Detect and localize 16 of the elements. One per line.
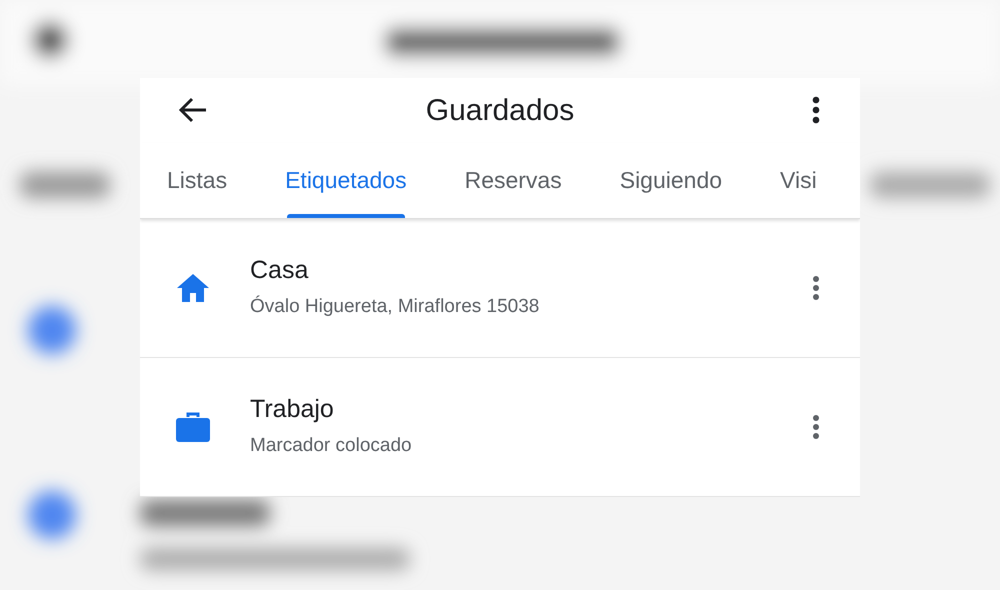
place-name[interactable]: Trabajo: [250, 394, 812, 424]
tab[interactable]: Listas: [167, 142, 228, 218]
page-title: Guardados: [426, 92, 574, 129]
tab[interactable]: Etiquetados: [285, 142, 407, 218]
place-address: Óvalo Higuereta, Miraflores 15038: [250, 294, 540, 319]
tab[interactable]: Siguiendo: [620, 142, 722, 218]
tab[interactable]: Reservas: [464, 142, 562, 218]
place-name[interactable]: Casa: [250, 254, 812, 285]
more-options-icon[interactable]: [812, 414, 820, 440]
home-icon: [176, 273, 210, 303]
more-options-icon[interactable]: [812, 96, 820, 124]
place-address: Marcador colocado: [250, 434, 413, 458]
more-options-icon[interactable]: [812, 275, 820, 301]
briefcase-icon: [176, 412, 210, 442]
tab[interactable]: Visi: [780, 142, 817, 218]
back-arrow-icon[interactable]: [178, 97, 208, 124]
